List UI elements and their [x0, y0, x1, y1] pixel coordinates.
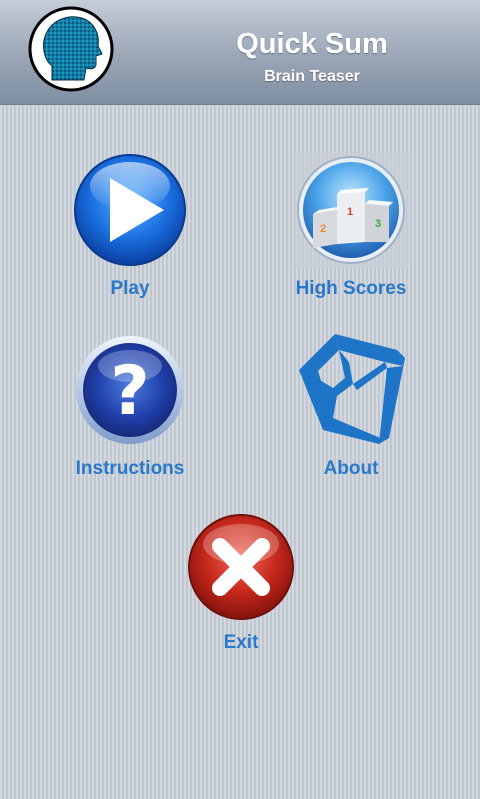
app-header: Quick Sum Brain Teaser: [0, 0, 480, 105]
podium-number-2: 2: [320, 223, 326, 235]
close-icon: [188, 514, 294, 620]
high-scores-label: High Scores: [295, 278, 407, 299]
play-button[interactable]: Play: [45, 152, 215, 300]
podium-number-3: 3: [375, 218, 381, 230]
brain-head-icon: [28, 6, 114, 92]
cube-icon: [299, 334, 405, 444]
high-scores-button[interactable]: 2 1 3 High Scores: [266, 152, 436, 300]
podium-icon: 2 1 3: [293, 152, 409, 268]
svg-text:?: ?: [110, 352, 149, 431]
instructions-label: Instructions: [75, 458, 185, 479]
podium-number-1: 1: [347, 206, 353, 218]
exit-label: Exit: [223, 632, 259, 653]
app-title: Quick Sum: [236, 28, 388, 60]
about-label: About: [323, 458, 379, 479]
app-subtitle: Brain Teaser: [264, 68, 360, 85]
question-icon: ?: [76, 336, 184, 444]
about-button[interactable]: About: [266, 332, 436, 480]
play-icon: [74, 154, 186, 266]
instructions-button[interactable]: ? Instructions: [45, 332, 215, 480]
play-label: Play: [110, 278, 150, 299]
exit-button[interactable]: Exit: [156, 512, 326, 654]
